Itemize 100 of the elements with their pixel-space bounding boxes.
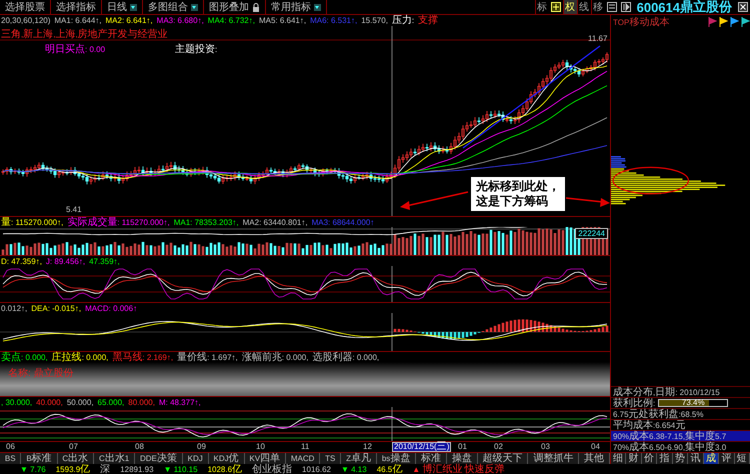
indicator-text: 15.570,	[361, 15, 388, 26]
panel-tab[interactable]: 势	[672, 453, 688, 464]
indicator-tab[interactable]: C出水1	[94, 453, 136, 464]
panel-tab[interactable]: 财	[626, 453, 642, 464]
indicator-text: 40.000,	[36, 397, 63, 407]
date-axis-label: 07	[68, 442, 79, 452]
indicator-text: 庄拉线: 0.000,	[52, 352, 108, 362]
indicator-tab[interactable]: Z卓凡	[341, 453, 377, 464]
toolbar-button[interactable]: 线	[576, 0, 591, 14]
indicator-tab[interactable]: MACD	[286, 453, 320, 464]
stock-name-text: 名称: 鼎立股份	[8, 368, 74, 379]
indicator-tab[interactable]: 操盘	[446, 453, 478, 464]
indicator-text: 创业板指	[252, 464, 292, 474]
date-axis-label: 2010/12/15(三)	[392, 442, 452, 452]
indicator-text: 80.000,	[128, 397, 155, 407]
panel-tab[interactable]: 价	[642, 453, 658, 464]
toolbar-button[interactable]: 标	[534, 0, 549, 14]
panel-tab[interactable]: 短	[734, 453, 750, 464]
volume-badge: 222244	[575, 228, 608, 239]
dropdown-caret-icon[interactable]	[314, 4, 321, 10]
indicator-tab[interactable]: 超级天下	[478, 453, 528, 464]
indicator-text: 黑马线: 2.169↑,	[112, 352, 174, 362]
toolbar-button[interactable]: 权	[562, 0, 577, 14]
indicator-text: MA3: 6.680↑,	[156, 15, 204, 26]
indicator-tab[interactable]: 调整抓牛	[528, 453, 580, 464]
indicator-text: 量价线: 1.697↑,	[177, 352, 238, 362]
indicator-text: MA1: 6.644↑,	[54, 15, 102, 26]
indicator-text: 0.012↑,	[1, 303, 28, 313]
indicator-tab[interactable]: KDJ	[182, 453, 209, 464]
indicator-tab[interactable]: B标准	[21, 453, 58, 464]
indicator-tab[interactable]: C出水	[58, 453, 94, 464]
indicator-tab[interactable]: bs操盘	[376, 453, 416, 464]
indicator-tab[interactable]: 标准	[416, 453, 447, 464]
high-price-label: 11.67	[588, 34, 608, 43]
arrow	[400, 191, 468, 210]
indicator-text: MA5: 6.641↑,	[258, 15, 306, 26]
indicator-text: 实际成交量: 115270.000↑,	[67, 217, 170, 227]
callout-note: 光标移到此处， 这是下方筹码	[470, 176, 566, 212]
profit-ratio-label: 获利比例:	[613, 398, 656, 408]
indicator-text: 1016.62	[302, 464, 331, 474]
date-axis-label: 01	[457, 442, 468, 452]
indicator-text: DEA: -0.015↑,	[31, 303, 82, 313]
indicator-text: M: 48.377↑,	[158, 397, 201, 407]
indicator-text: D: 47.359↑,	[1, 256, 42, 266]
panel-tab[interactable]: 成	[704, 453, 720, 464]
indicator-text: 支撑	[418, 15, 438, 26]
indicator-text: ▼ 110.15	[164, 464, 198, 474]
close-icon[interactable]	[738, 2, 748, 12]
panel-tab[interactable]: 细	[611, 453, 626, 464]
arrow	[566, 197, 610, 207]
date-axis-label: 06	[5, 442, 16, 452]
indicator-text: ▼ 7.76	[20, 464, 46, 474]
indicator-text: , 30.000,	[1, 397, 32, 407]
date-axis-label: 04	[590, 442, 601, 452]
date-axis-label: 11	[300, 442, 310, 452]
dropdown-caret-icon[interactable]	[191, 4, 198, 10]
indicator-tab[interactable]: DDE决策	[135, 453, 183, 464]
indicator-tab[interactable]: KDJ优	[208, 453, 245, 464]
lock-icon[interactable]	[252, 2, 260, 12]
indicator-text: 47.359↑,	[89, 256, 120, 266]
cost-range-row[interactable]: 70%成本6.50-6.90,集中度3.0	[611, 441, 750, 452]
indicator-text: 卖点: 0.000,	[1, 352, 48, 362]
indicator-text: MA4: 6.732↑,	[208, 15, 255, 26]
industry-text: 三角,新上海,上海,房地产开发与经营业	[1, 28, 168, 41]
date-axis-label: 08	[134, 442, 145, 452]
buy-point-text: 明日买点: 0.00	[45, 42, 106, 56]
date-axis-label: 10	[255, 442, 266, 452]
date-axis-label: 12	[362, 442, 373, 452]
indicator-tab[interactable]: KV四单	[244, 453, 286, 464]
indicator-tab[interactable]: BS	[0, 453, 22, 464]
date-axis-label: 09	[196, 442, 207, 452]
low-price-label: 5.41	[66, 205, 82, 214]
indicator-text: 1593.9亿	[56, 464, 90, 474]
flag-icon[interactable]	[730, 16, 739, 26]
toolbar-button[interactable]: 移	[590, 0, 605, 14]
indicator-tab[interactable]: 其他	[579, 453, 610, 464]
indicator-text: ▼ 4.13	[340, 464, 367, 474]
panel-tab[interactable]: 评	[719, 453, 734, 464]
date-axis-label: 02	[494, 442, 504, 452]
date-axis-label: 03	[540, 442, 551, 452]
panel-toggle-icon[interactable]	[620, 2, 631, 12]
indicator-text: 深	[100, 464, 110, 474]
dropdown-caret-icon[interactable]	[130, 4, 137, 10]
indicator-text: MA2: 63440.801↑,	[242, 217, 308, 227]
flag-icon[interactable]	[741, 16, 750, 26]
indicator-text: 46.5亿	[376, 464, 402, 474]
panel-title: TOP移动成本	[613, 16, 670, 28]
panel-tab[interactable]: 讯	[688, 453, 704, 464]
indicator-text: 20,30,60,120)	[1, 15, 50, 26]
indicator-text: J: 89.456↑,	[46, 256, 86, 266]
indicator-tab[interactable]: TS	[320, 453, 342, 464]
indicator-text: 1028.6亿	[208, 464, 242, 474]
panel-tab[interactable]: 指	[657, 453, 673, 464]
indicator-text: MA2: 6.641↑,	[106, 15, 153, 26]
window-icon[interactable]	[606, 2, 617, 12]
cost-range-row[interactable]: 90%成本6.38-7.15,集中度5.7	[611, 430, 750, 441]
indicator-text: 12891.93	[120, 464, 154, 474]
indicator-text: MA1: 78353.203↑,	[174, 217, 239, 227]
cost-info-text: 6.75元处获利盘:68.5%	[611, 408, 750, 419]
plus-square-icon[interactable]	[550, 2, 561, 12]
